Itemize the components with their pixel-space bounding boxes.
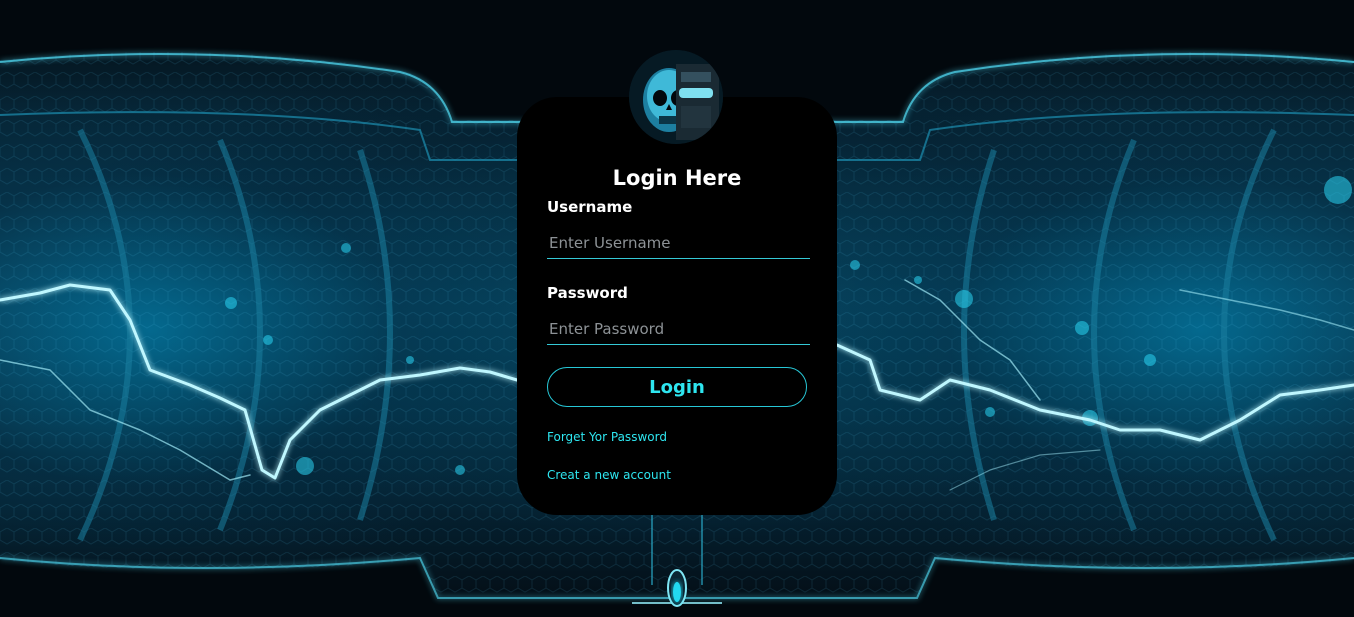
username-label: Username: [547, 198, 633, 216]
login-button[interactable]: Login: [547, 367, 807, 407]
password-input[interactable]: [547, 313, 810, 345]
username-input[interactable]: [547, 227, 810, 259]
create-account-link[interactable]: Creat a new account: [547, 468, 671, 482]
login-card: [517, 97, 837, 515]
page-title: Login Here: [612, 166, 742, 190]
forgot-password-link[interactable]: Forget Yor Password: [547, 430, 667, 444]
password-label: Password: [547, 284, 628, 302]
skull-avatar-icon: [629, 50, 723, 144]
